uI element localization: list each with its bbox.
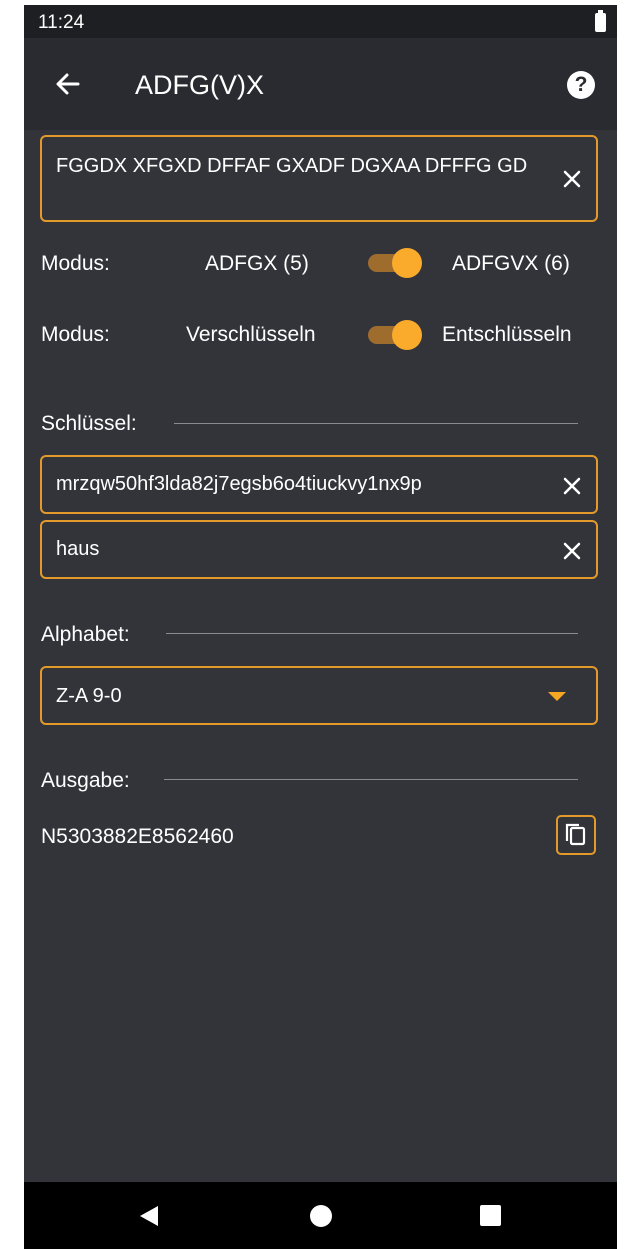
clear-input-icon[interactable] (560, 167, 584, 191)
clear-key2-icon[interactable] (560, 539, 584, 563)
ciphertext-input-field[interactable]: FGGDX XFGXD DFFAF GXADF DGXAA DFFFG GD (40, 135, 598, 222)
system-nav-bar (24, 1182, 617, 1249)
key2-input[interactable]: haus (56, 538, 542, 561)
alphabet-section-heading: Alphabet: (41, 623, 130, 646)
back-arrow-icon[interactable] (50, 66, 86, 102)
output-value: N5303882E8562460 (41, 825, 234, 848)
key1-input-field[interactable]: mrzqw50hf3lda82j7egsb6o4tiuckvy1nx9p (40, 455, 598, 514)
output-section-divider (164, 779, 578, 780)
mode-direction-label: Modus: (41, 323, 110, 346)
nav-back-icon[interactable] (138, 1204, 160, 1233)
direction-mode-toggle[interactable] (366, 319, 422, 350)
status-time: 11:24 (38, 12, 85, 33)
nav-recents-icon[interactable] (480, 1205, 501, 1226)
output-section-heading: Ausgabe: (41, 769, 130, 792)
alphabet-mode-toggle[interactable] (366, 247, 422, 278)
key-section-divider (174, 423, 578, 424)
mode-alphabet-right-option[interactable]: ADFGVX (6) (452, 252, 570, 276)
phone-screen: 11:24 ADFG(V)X ? FGGDX XFGXD DFFAF GXADF… (24, 5, 617, 1249)
dropdown-arrow-icon (548, 692, 566, 701)
copy-icon[interactable] (556, 815, 596, 855)
help-icon[interactable]: ? (567, 71, 595, 99)
ciphertext-input[interactable]: FGGDX XFGXD DFFAF GXADF DGXAA DFFFG GD (56, 153, 542, 179)
clear-key1-icon[interactable] (560, 474, 584, 498)
key1-input[interactable]: mrzqw50hf3lda82j7egsb6o4tiuckvy1nx9p (56, 473, 542, 496)
key2-input-field[interactable]: haus (40, 520, 598, 579)
mode-alphabet-label: Modus: (41, 252, 110, 275)
key-section-heading: Schlüssel: (41, 412, 137, 435)
battery-icon (595, 10, 606, 32)
toggle-thumb (392, 248, 422, 278)
mode-alphabet-left-option[interactable]: ADFGX (5) (205, 252, 309, 276)
nav-home-icon[interactable] (310, 1205, 332, 1227)
alphabet-section-divider (166, 633, 578, 634)
alphabet-selected-value: Z-A 9-0 (56, 685, 122, 707)
mode-direction-left-option[interactable]: Verschlüsseln (186, 323, 316, 347)
app-bar: ADFG(V)X ? (24, 38, 617, 130)
mode-direction-right-option[interactable]: Entschlüsseln (442, 323, 572, 347)
page-title: ADFG(V)X (135, 70, 265, 100)
toggle-thumb (392, 320, 422, 350)
status-bar: 11:24 (24, 5, 617, 38)
alphabet-dropdown[interactable]: Z-A 9-0 (40, 666, 598, 725)
